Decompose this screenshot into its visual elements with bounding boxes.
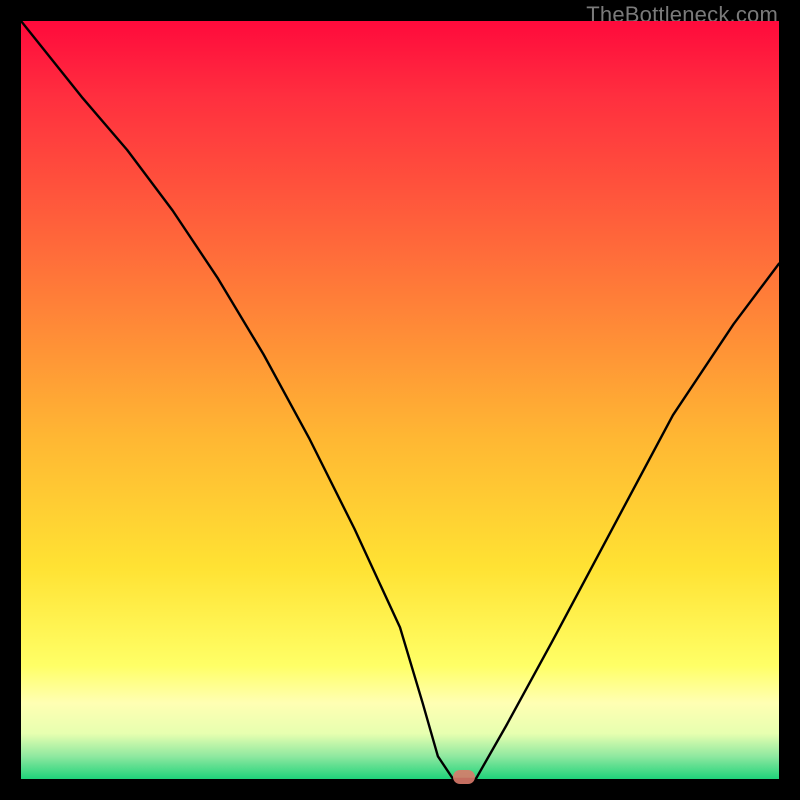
chart-frame: TheBottleneck.com [0, 0, 800, 800]
plot-area [21, 21, 779, 779]
optimal-point-marker [453, 770, 475, 784]
bottleneck-curve [21, 21, 779, 779]
curve-path [21, 21, 779, 779]
